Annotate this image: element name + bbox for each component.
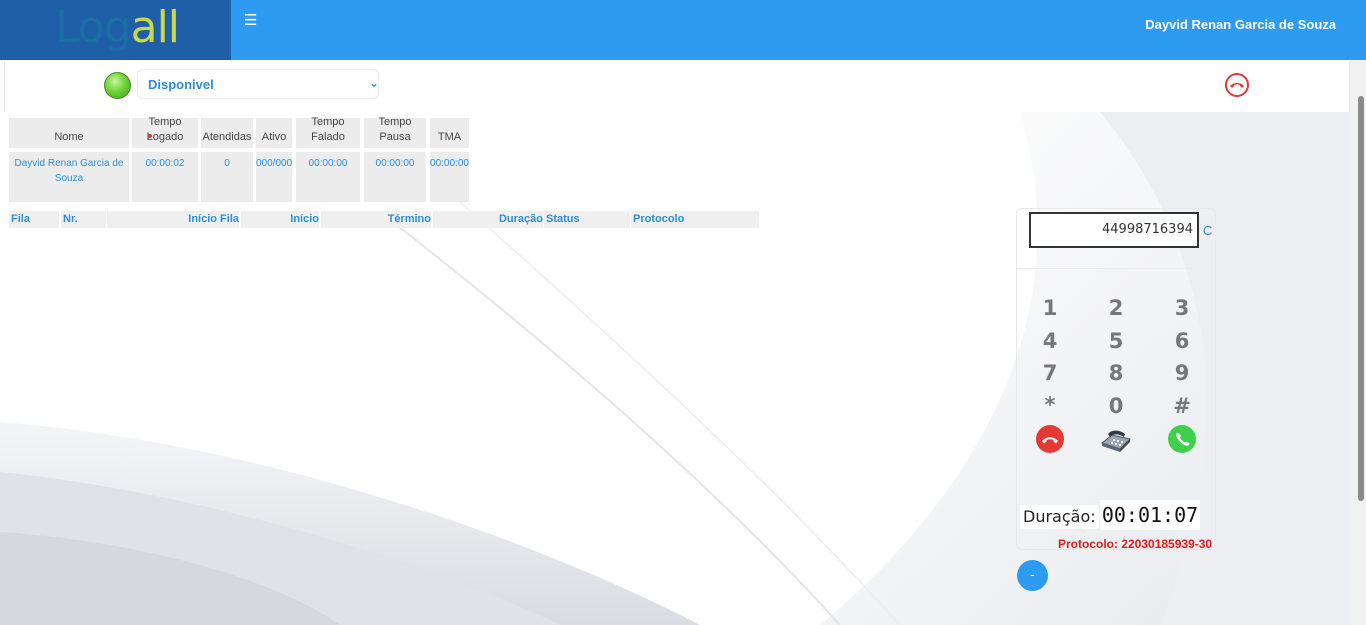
logo-text: Logall (55, 2, 180, 53)
phone-divider (1017, 268, 1215, 269)
stats-header-nome: Nome (9, 118, 129, 148)
stats-value-nome: Dayvid Renan Garcia de Souza (9, 152, 129, 202)
telephone-icon[interactable] (1098, 425, 1134, 455)
dial-key-0[interactable]: 0 (1101, 394, 1131, 418)
sort-indicator (148, 134, 152, 138)
dial-key-hash[interactable]: # (1167, 394, 1197, 418)
user-name[interactable]: Dayvid Renan Garcia de Souza (1145, 17, 1336, 32)
calls-header-duracao: Duração (433, 211, 543, 228)
stats-header-tempo-logado: Tempo Logado (132, 116, 198, 148)
status-select[interactable]: Disponivel ⌄ (137, 69, 379, 99)
calls-header-inicio: Início (241, 211, 319, 228)
calls-table-header: Fila Nr. Início Fila Início Término Dura… (9, 211, 759, 228)
calls-header-protocolo: Protocolo (631, 211, 759, 228)
phone-number-input[interactable]: 44998716394 (1029, 212, 1199, 248)
protocol-text: Protocolo: 22030185939-30 (1058, 537, 1213, 551)
stats-value-tma: 00:00:00 (430, 152, 469, 202)
dial-key-5[interactable]: 5 (1101, 329, 1131, 353)
stats-value-atendidas: 0 (201, 152, 253, 202)
status-select-value: Disponivel (148, 77, 214, 92)
stats-value-ativo: 000/000 (256, 152, 292, 202)
dial-key-3[interactable]: 3 (1167, 296, 1197, 320)
dial-key-1[interactable]: 1 (1035, 296, 1065, 320)
stats-value-tempo-falado: 00:00:00 (296, 152, 360, 202)
stats-header-atendidas: Atendidas (201, 118, 253, 148)
dial-key-8[interactable]: 8 (1101, 361, 1131, 385)
dial-key-7[interactable]: 7 (1035, 361, 1065, 385)
dial-key-star[interactable]: * (1035, 393, 1065, 417)
phone-hangup-icon[interactable] (1036, 425, 1064, 453)
duration-value: 00:01:07 (1100, 500, 1200, 530)
dial-key-6[interactable]: 6 (1167, 329, 1197, 353)
logo[interactable]: Logall (0, 0, 231, 60)
scrollbar-thumb[interactable] (1358, 96, 1364, 501)
stats-value-tempo-logado: 00:00:02 (132, 152, 198, 202)
minimize-button[interactable]: - (1017, 560, 1048, 591)
stats-header-tma: TMA (430, 118, 469, 148)
status-indicator-icon (104, 72, 131, 99)
dial-key-2[interactable]: 2 (1101, 296, 1131, 320)
scrollbar-track[interactable] (1350, 60, 1366, 625)
status-bar: Disponivel ⌄ (4, 62, 1350, 112)
calls-header-fila: Fila (9, 211, 59, 228)
stats-value-tempo-pausa: 00:00:00 (364, 152, 426, 202)
phone-call-icon[interactable] (1168, 425, 1196, 453)
stats-header-tempo-falado: Tempo Falado (296, 116, 360, 148)
calls-header-termino: Término (321, 211, 431, 228)
chevron-down-icon: ⌄ (368, 76, 379, 90)
hamburger-icon[interactable]: ☰ (244, 13, 258, 28)
duration-label: Duração: (1020, 505, 1099, 529)
calls-header-inicio-fila: Início Fila (107, 211, 239, 228)
calls-header-status: Status (544, 211, 630, 228)
top-bar: Logall ☰ Dayvid Renan Garcia de Souza (0, 0, 1366, 60)
clear-button[interactable]: C (1203, 223, 1212, 238)
dial-key-4[interactable]: 4 (1035, 329, 1065, 353)
calls-header-nr: Nr. (61, 211, 106, 228)
stats-header-ativo: Ativo (256, 118, 292, 148)
stats-header-tempo-pausa: Tempo Pausa (364, 116, 426, 148)
dial-key-9[interactable]: 9 (1167, 361, 1197, 385)
phone-hangup-icon[interactable] (1225, 73, 1249, 97)
